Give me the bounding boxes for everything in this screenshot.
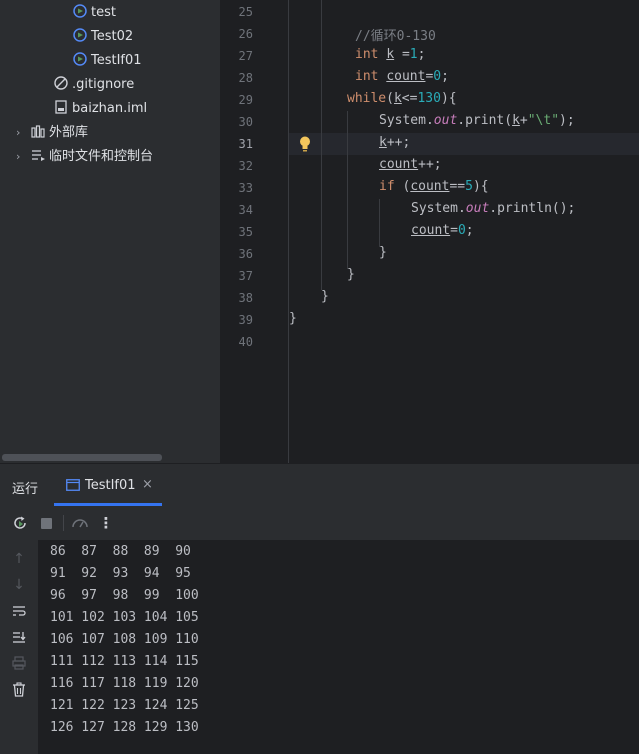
tab-label: TestIf01: [85, 478, 136, 493]
run-toolbar: ⋮: [0, 506, 639, 540]
code-line-28: int count=0;: [355, 69, 449, 84]
code-line-34: System.out.println();: [411, 201, 576, 216]
indent-guide: [379, 199, 380, 247]
soft-wrap-icon[interactable]: [9, 601, 29, 621]
close-icon[interactable]: ×: [142, 477, 153, 492]
line-number: 33: [238, 181, 253, 195]
line-number: 31: [238, 137, 253, 151]
code-line-32: count++;: [379, 157, 442, 172]
line-number: 30: [238, 115, 253, 129]
code-line-30: System.out.print(k+"\t");: [379, 113, 575, 128]
tree-item-iml[interactable]: baizhan.iml: [53, 98, 147, 120]
code-line-37: }: [347, 267, 355, 282]
line-number: 34: [238, 203, 253, 217]
tree-item-test02[interactable]: Test02: [72, 26, 133, 48]
line-number: 28: [238, 71, 253, 85]
console-line: 91 92 93 94 95: [50, 566, 191, 581]
line-number: 36: [238, 247, 253, 261]
chevron-right-icon[interactable]: ›: [16, 122, 30, 144]
code-line-38: }: [321, 289, 329, 304]
tree-item-label: TestIf01: [91, 53, 142, 68]
line-number: 38: [238, 291, 253, 305]
chevron-right-icon[interactable]: ›: [16, 146, 30, 168]
tree-item-label: 临时文件和控制台: [49, 149, 154, 164]
lightbulb-icon[interactable]: [298, 135, 312, 153]
tab-testif01[interactable]: TestIf01 ×: [54, 464, 162, 506]
console-line: 116 117 118 119 120: [50, 676, 199, 691]
code-line-39: }: [289, 311, 297, 326]
tree-item-label: test: [91, 5, 116, 20]
stop-icon: [40, 517, 52, 529]
tree-item-label: Test02: [91, 29, 134, 44]
trash-icon[interactable]: [9, 679, 29, 699]
tree-item-external-libraries[interactable]: › 外部库: [16, 122, 88, 144]
console-line: 126 127 128 129 130: [50, 720, 199, 735]
run-panel-title: 运行: [12, 482, 39, 497]
tree-item-testif01[interactable]: TestIf01: [72, 50, 142, 72]
line-number: 32: [238, 159, 253, 173]
line-number: 35: [238, 225, 253, 239]
code-line-35: count=0;: [411, 223, 474, 238]
line-number: 25: [238, 5, 253, 19]
console-line: 86 87 88 89 90: [50, 544, 191, 559]
console-line: 121 122 123 124 125: [50, 698, 199, 713]
scratches-icon: [32, 150, 45, 161]
indent-guide: [347, 111, 348, 269]
tree-item-label: .gitignore: [72, 77, 135, 92]
tree-item-test[interactable]: test: [72, 2, 116, 24]
line-number: 37: [238, 269, 253, 283]
code-line-29: while(k<=130){: [347, 91, 457, 106]
rerun-icon: [14, 516, 26, 529]
java-class-run-icon: [73, 28, 87, 42]
arrow-down-icon[interactable]: ↓: [9, 575, 29, 595]
line-number: 39: [238, 313, 253, 327]
more-options-icon[interactable]: ⋮: [96, 513, 116, 533]
library-icon: [31, 125, 45, 138]
console-output[interactable]: 86 87 88 89 90 91 92 93 94 95 96 97 98 9…: [38, 540, 639, 754]
code-line-36: }: [379, 245, 387, 260]
console-line: 96 97 98 99 100: [50, 588, 199, 603]
java-class-run-icon: [73, 52, 87, 66]
run-panel-header: 运行 TestIf01 ×: [0, 463, 639, 506]
indent-guide: [321, 0, 322, 290]
scroll-to-end-icon[interactable]: [9, 627, 29, 647]
rerun-button[interactable]: [10, 513, 30, 533]
arrow-up-icon[interactable]: ↑: [9, 549, 29, 569]
ignore-file-icon: [54, 76, 68, 90]
console-line: 106 107 108 109 110: [50, 632, 199, 647]
iml-file-icon: [55, 100, 67, 114]
code-editor[interactable]: 25 26 27 28 29 30 31 32 33 34 35 36 37 3…: [221, 0, 639, 463]
console-icon: [66, 479, 80, 491]
console-line: 101 102 103 104 105: [50, 610, 199, 625]
stop-button[interactable]: [36, 513, 56, 533]
project-tree: test Test02 TestIf01 .gitignore baizhan.…: [0, 0, 220, 463]
tree-item-label: 外部库: [49, 125, 89, 140]
line-number: 27: [238, 49, 253, 63]
code-line-33: if (count==5){: [379, 179, 489, 194]
console-side-toolbar: ↑ ↓: [0, 540, 38, 754]
print-icon[interactable]: [9, 653, 29, 673]
line-number: 26: [238, 27, 253, 41]
console-line: 111 112 113 114 115: [50, 654, 199, 669]
tree-item-gitignore[interactable]: .gitignore: [53, 74, 134, 96]
profiler-button[interactable]: [70, 513, 90, 533]
line-number: 29: [238, 93, 253, 107]
code-line-27: int k =1;: [355, 47, 426, 62]
java-class-run-icon: [73, 4, 87, 18]
code-line-26: //循环0-130: [355, 29, 436, 44]
tree-item-label: baizhan.iml: [72, 101, 148, 116]
gutter: 25 26 27 28 29 30 31 32 33 34 35 36 37 3…: [221, 0, 310, 463]
line-number: 40: [238, 335, 253, 349]
code-line-31: k++;: [379, 135, 411, 150]
tree-item-scratches[interactable]: › 临时文件和控制台: [16, 146, 153, 168]
horizontal-scrollbar[interactable]: [2, 454, 162, 461]
divider: [63, 515, 64, 531]
indent-guide: [288, 0, 289, 463]
profiler-icon: [72, 519, 88, 528]
